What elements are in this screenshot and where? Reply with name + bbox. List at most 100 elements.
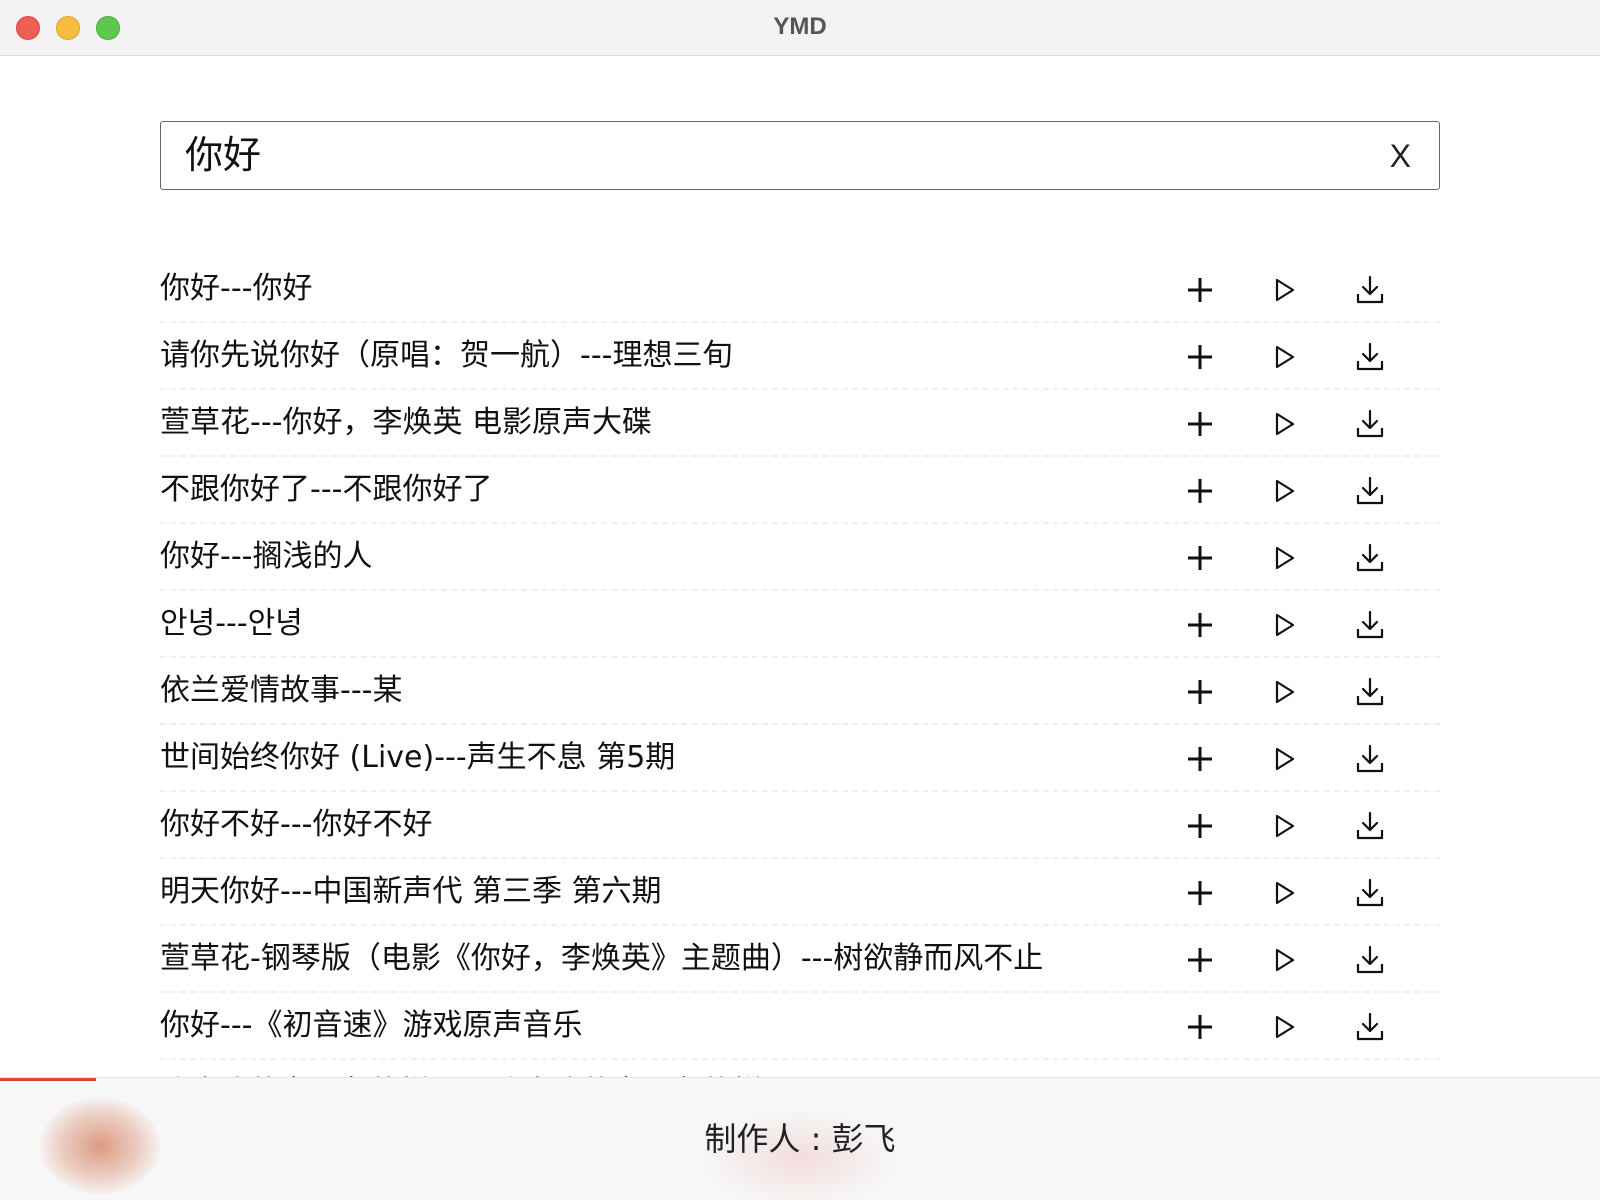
song-title: 明天你好---中国新声代 第三季 第六期 <box>160 874 662 909</box>
download-icon <box>1354 877 1386 909</box>
play-icon <box>1268 676 1300 708</box>
download-icon <box>1354 408 1386 440</box>
plus-icon <box>1184 944 1216 976</box>
play-button[interactable] <box>1268 609 1300 641</box>
add-to-playlist-button[interactable] <box>1184 676 1216 708</box>
player-footer: 制作人 : 彭飞 <box>0 1077 1600 1200</box>
plus-icon <box>1184 609 1216 641</box>
plus-icon <box>1184 743 1216 775</box>
song-title: 请你先说你好（原唱：贺一航）---理想三旬 <box>160 338 733 373</box>
window-title: YMD <box>773 13 827 40</box>
download-icon <box>1354 944 1386 976</box>
song-title: 안녕---안녕 <box>160 606 303 641</box>
result-row[interactable]: 请你先说你好（原唱：贺一航）---理想三旬 <box>160 323 1440 390</box>
song-title: 萱草花---你好，李焕英 电影原声大碟 <box>160 405 653 440</box>
result-row[interactable]: 萱草花---你好，李焕英 电影原声大碟 <box>160 390 1440 457</box>
add-to-playlist-button[interactable] <box>1184 341 1216 373</box>
add-to-playlist-button[interactable] <box>1184 408 1216 440</box>
song-title: 依兰爱情故事---某 <box>160 673 403 708</box>
download-button[interactable] <box>1354 341 1386 373</box>
plus-icon <box>1184 542 1216 574</box>
play-button[interactable] <box>1268 274 1300 306</box>
download-button[interactable] <box>1354 877 1386 909</box>
result-row[interactable]: 你好---《初音速》游戏原声音乐 <box>160 993 1440 1060</box>
result-row[interactable]: 萱草花-钢琴版（电影《你好，李焕英》主题曲）---树欲静而风不止 <box>160 926 1440 993</box>
add-to-playlist-button[interactable] <box>1184 475 1216 507</box>
download-button[interactable] <box>1354 944 1386 976</box>
play-icon <box>1268 743 1300 775</box>
download-button[interactable] <box>1354 542 1386 574</box>
plus-icon <box>1184 408 1216 440</box>
play-button[interactable] <box>1268 743 1300 775</box>
download-icon <box>1354 676 1386 708</box>
title-bar[interactable]: YMD <box>0 0 1600 56</box>
download-button[interactable] <box>1354 408 1386 440</box>
result-row[interactable]: 明天你好---中国新声代 第三季 第六期 <box>160 859 1440 926</box>
credit-text: 制作人 : 彭飞 <box>704 1120 896 1158</box>
download-icon <box>1354 609 1386 641</box>
play-button[interactable] <box>1268 877 1300 909</box>
download-button[interactable] <box>1354 810 1386 842</box>
download-icon <box>1354 810 1386 842</box>
play-icon <box>1268 341 1300 373</box>
play-button[interactable] <box>1268 475 1300 507</box>
plus-icon <box>1184 676 1216 708</box>
download-button[interactable] <box>1354 609 1386 641</box>
add-to-playlist-button[interactable] <box>1184 542 1216 574</box>
download-icon <box>1354 542 1386 574</box>
song-title: 世间始终你好 (Live)---声生不息 第5期 <box>160 740 676 775</box>
song-title: 你好---你好 <box>160 271 313 306</box>
play-icon <box>1268 408 1300 440</box>
download-button[interactable] <box>1354 1011 1386 1043</box>
result-row[interactable]: 你好不好---你好不好 <box>160 792 1440 859</box>
plus-icon <box>1184 274 1216 306</box>
play-button[interactable] <box>1268 944 1300 976</box>
plus-icon <box>1184 475 1216 507</box>
download-button[interactable] <box>1354 475 1386 507</box>
plus-icon <box>1184 341 1216 373</box>
add-to-playlist-button[interactable] <box>1184 1011 1216 1043</box>
result-row[interactable]: 依兰爱情故事---某 <box>160 658 1440 725</box>
play-icon <box>1268 609 1300 641</box>
download-button[interactable] <box>1354 274 1386 306</box>
play-icon <box>1268 542 1300 574</box>
song-title: 你好不好---你好不好 <box>160 807 433 842</box>
download-button[interactable] <box>1354 676 1386 708</box>
result-row[interactable]: 안녕---안녕 <box>160 591 1440 658</box>
download-icon <box>1354 475 1386 507</box>
play-icon <box>1268 475 1300 507</box>
result-row[interactable]: 你好---搁浅的人 <box>160 524 1440 591</box>
add-to-playlist-button[interactable] <box>1184 274 1216 306</box>
plus-icon <box>1184 877 1216 909</box>
play-icon <box>1268 877 1300 909</box>
search-input[interactable]: 你好 X <box>160 121 1440 190</box>
add-to-playlist-button[interactable] <box>1184 609 1216 641</box>
play-button[interactable] <box>1268 542 1300 574</box>
add-to-playlist-button[interactable] <box>1184 944 1216 976</box>
add-to-playlist-button[interactable] <box>1184 743 1216 775</box>
play-icon <box>1268 274 1300 306</box>
play-button[interactable] <box>1268 676 1300 708</box>
play-button[interactable] <box>1268 408 1300 440</box>
clear-search-button[interactable]: X <box>1390 122 1411 189</box>
download-icon <box>1354 341 1386 373</box>
results-list: 你好---你好请你先说你好（原唱：贺一航）---理想三旬 萱草花---你好，李焕英… <box>160 256 1440 1127</box>
add-to-playlist-button[interactable] <box>1184 877 1216 909</box>
add-to-playlist-button[interactable] <box>1184 810 1216 842</box>
search-input-value[interactable]: 你好 <box>185 122 261 189</box>
song-title: 不跟你好了---不跟你好了 <box>160 472 493 507</box>
play-icon <box>1268 944 1300 976</box>
download-icon <box>1354 1011 1386 1043</box>
song-title: 你好---《初音速》游戏原声音乐 <box>160 1008 583 1043</box>
download-icon <box>1354 743 1386 775</box>
play-button[interactable] <box>1268 1011 1300 1043</box>
download-button[interactable] <box>1354 743 1386 775</box>
play-icon <box>1268 1011 1300 1043</box>
result-row[interactable]: 不跟你好了---不跟你好了 <box>160 457 1440 524</box>
result-row[interactable]: 世间始终你好 (Live)---声生不息 第5期 <box>160 725 1440 792</box>
plus-icon <box>1184 810 1216 842</box>
play-button[interactable] <box>1268 810 1300 842</box>
play-button[interactable] <box>1268 341 1300 373</box>
result-row[interactable]: 你好---你好 <box>160 256 1440 323</box>
song-title: 你好---搁浅的人 <box>160 539 373 574</box>
